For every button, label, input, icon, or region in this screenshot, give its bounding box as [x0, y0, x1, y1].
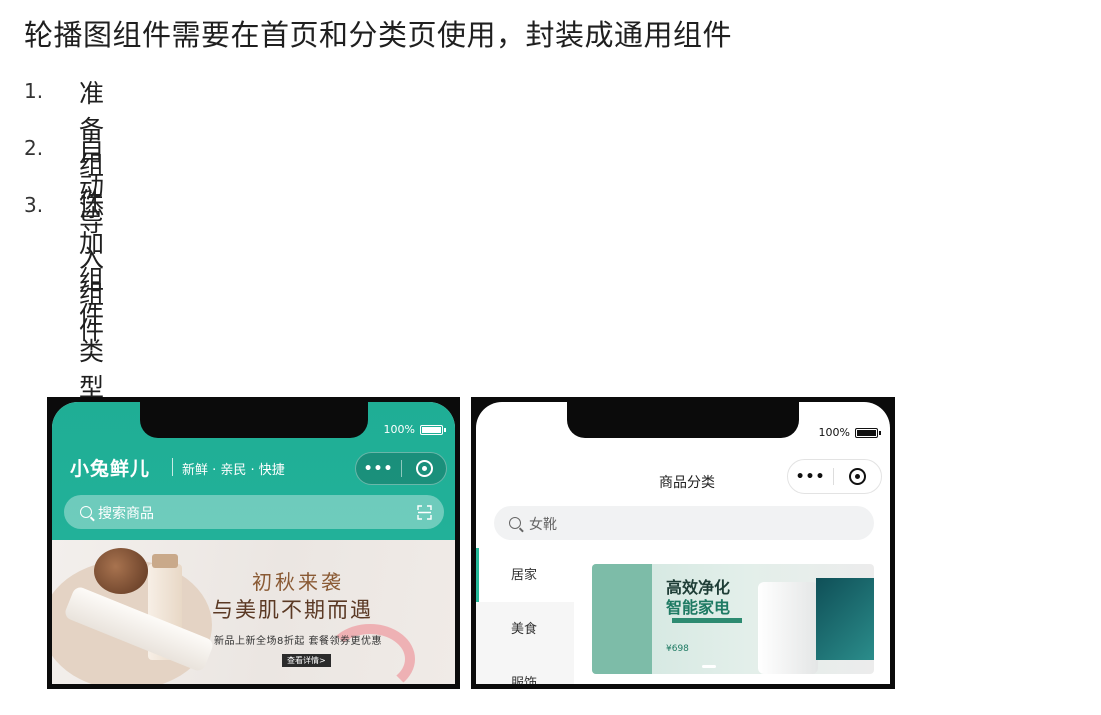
close-target[interactable] — [402, 460, 446, 477]
battery-icon — [420, 424, 446, 435]
search-icon — [80, 506, 92, 518]
search-bar[interactable]: 女靴 — [494, 506, 874, 540]
menu-capsule[interactable]: ••• — [787, 459, 882, 494]
step-number: 3. — [24, 193, 44, 217]
banner-cta[interactable]: 查看详情> — [282, 654, 331, 667]
search-bar[interactable]: 搜索商品 — [64, 495, 444, 529]
menu-capsule[interactable]: ••• — [355, 452, 447, 485]
search-placeholder: 搜索商品 — [98, 506, 154, 522]
scan-icon[interactable] — [417, 505, 432, 520]
sidebar-item-home[interactable]: 居家 — [476, 548, 574, 602]
close-target[interactable] — [834, 468, 881, 485]
sidebar-item-clothing[interactable]: 服饰 — [476, 656, 574, 684]
category-screen: 100% 商品分类 ••• 女靴 居家 美食 服饰 高效净化 智能家电 ¥698 — [476, 402, 890, 684]
banner-line2: 智能家电 — [666, 598, 731, 617]
banner-promo: 新品上新全场8折起 套餐领券更优惠 — [214, 636, 383, 647]
category-sidebar: 居家 美食 服饰 — [476, 548, 574, 684]
brand-logo: 小兔鲜儿 — [70, 458, 151, 480]
target-icon — [415, 460, 433, 477]
battery-icon — [855, 427, 881, 438]
step-number: 1. — [24, 79, 44, 103]
more-icon[interactable]: ••• — [788, 469, 833, 485]
banner-stripe — [672, 618, 742, 623]
brand-divider — [172, 458, 173, 476]
sidebar-item-label: 服饰 — [511, 676, 538, 684]
notch — [567, 402, 799, 438]
category-carousel-banner[interactable]: 高效净化 智能家电 ¥698 — [592, 564, 874, 674]
battery-indicator: 100% — [818, 426, 881, 439]
sidebar-item-food[interactable]: 美食 — [476, 602, 574, 656]
battery-indicator: 100% — [383, 423, 446, 436]
banner-jar — [94, 548, 148, 594]
category-phone-screenshot: 100% 商品分类 ••• 女靴 居家 美食 服饰 高效净化 智能家电 ¥698 — [471, 397, 895, 689]
more-icon[interactable]: ••• — [356, 461, 401, 477]
carousel-indicator[interactable] — [702, 665, 716, 668]
home-phone-screenshot: 100% 小兔鲜儿 新鲜 · 亲民 · 快捷 ••• 搜索商品 初秋来袭 与美肌… — [47, 397, 460, 689]
step-number: 2. — [24, 136, 44, 160]
banner-leaf — [816, 578, 874, 660]
sidebar-item-label: 居家 — [511, 568, 538, 583]
search-placeholder: 女靴 — [529, 517, 557, 533]
brand-slogan: 新鲜 · 亲民 · 快捷 — [182, 463, 285, 478]
target-icon — [849, 468, 866, 485]
home-carousel-banner[interactable]: 初秋来袭 与美肌不期而遇 新品上新全场8折起 套餐领券更优惠 查看详情> — [52, 540, 455, 684]
home-screen: 100% 小兔鲜儿 新鲜 · 亲民 · 快捷 ••• 搜索商品 初秋来袭 与美肌… — [52, 402, 455, 684]
battery-percent: 100% — [818, 426, 850, 439]
search-icon — [509, 517, 521, 529]
slide-title: 轮播图组件需要在首页和分类页使用，封装成通用组件 — [24, 18, 733, 52]
banner-headline: 初秋来袭 — [252, 570, 344, 594]
banner-price: ¥698 — [666, 644, 689, 654]
page-title: 商品分类 — [659, 475, 715, 491]
banner-wall — [592, 564, 652, 674]
banner-subline: 与美肌不期而遇 — [212, 598, 373, 622]
sidebar-item-label: 美食 — [511, 622, 538, 637]
notch — [140, 402, 368, 438]
battery-percent: 100% — [383, 423, 415, 436]
banner-purifier — [758, 582, 818, 674]
